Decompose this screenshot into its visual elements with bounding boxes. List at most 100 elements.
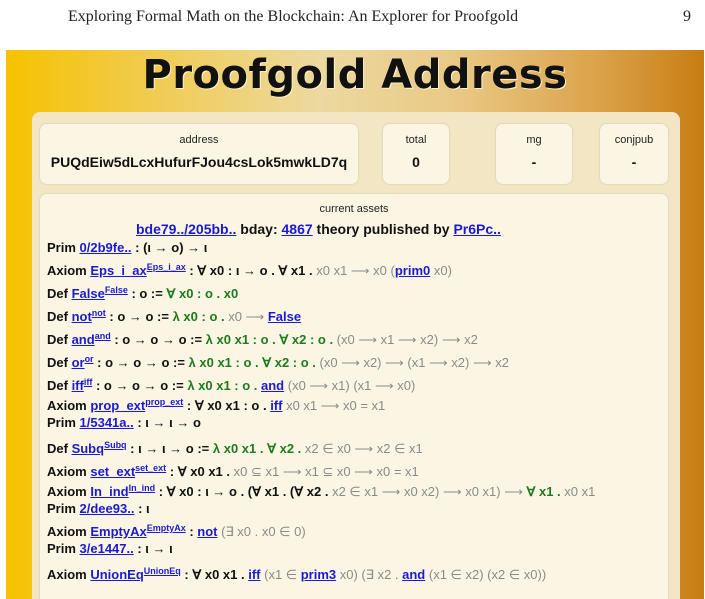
asset-kind: Axiom — [47, 263, 91, 278]
asset-kind: Def — [47, 355, 72, 370]
asset-line: Def andand : o → o → o := λ x0 x1 : o . … — [47, 325, 667, 348]
ref-link[interactable]: not — [197, 524, 217, 539]
asset-kind: Def — [47, 378, 72, 393]
ref-link[interactable]: and — [402, 567, 425, 582]
asset-line: Axiom prop_extprop_ext : ∀ x0 x1 : o . i… — [47, 394, 667, 413]
body: x2 ∈ x0 ⟶ x2 ∈ x1 — [304, 441, 423, 456]
asset-type: : o → o → o := — [93, 355, 189, 370]
address-label: address — [179, 134, 219, 146]
asset-name-link[interactable]: or — [72, 355, 85, 370]
ref-link[interactable]: iff — [270, 398, 282, 413]
asset-line: Def SubqSubq : ι → ι → o := λ x0 x1 . ∀ … — [47, 434, 667, 457]
body: (∃ x0 . x0 ∈ 0) — [217, 524, 306, 539]
current-assets-card: current assets bde79../205bb.. bday: 486… — [40, 194, 668, 599]
asset-label-link[interactable]: Subq — [104, 440, 127, 450]
theory-bday-line: bde79../205bb.. bday: 4867 theory publis… — [136, 221, 501, 237]
body: (x1 ∈ x2) (x2 ∈ x0)) — [425, 567, 547, 582]
asset-label-link[interactable]: EmptyAx — [147, 523, 186, 533]
asset-line: Prim 2/dee93.. : ι — [47, 497, 667, 520]
ref-link[interactable]: iff — [248, 567, 260, 582]
asset-name-link[interactable]: Subq — [72, 441, 105, 456]
asset-kind: Axiom — [47, 464, 91, 479]
ref-link[interactable]: prim0 — [395, 263, 430, 278]
asset-type: : ι — [134, 501, 150, 516]
asset-type: : ι → ι → o := — [126, 441, 213, 456]
asset-line: Def notnot : o → o := λ x0 : o . x0 ⟶ Fa… — [47, 302, 667, 325]
ref-link[interactable]: prim3 — [301, 567, 336, 582]
asset-line: Prim 1/5341a.. : ι → ι → o — [47, 411, 667, 434]
body: (x1 ∈ — [260, 567, 301, 582]
asset-kind: Def — [47, 309, 72, 324]
asset-line: Axiom EmptyAxEmptyAx : not (∃ x0 . x0 ∈ … — [47, 520, 667, 539]
body: (x0 ⟶ x1 ⟶ x2) ⟶ x2 — [336, 332, 478, 347]
binder: λ x0 x1 : o . ∀ x2 : o . — [188, 355, 320, 370]
publisher-link[interactable]: Pr6Pc.. — [453, 221, 500, 237]
asset-type: : o := — [127, 286, 167, 301]
body: (x0 ⟶ x1) (x1 ⟶ x0) — [284, 378, 416, 393]
asset-label-link[interactable]: UnionEq — [144, 566, 181, 576]
asset-name-link[interactable]: 2/dee93.. — [80, 501, 135, 516]
current-assets-header: current assets — [319, 203, 389, 215]
running-head: Exploring Formal Math on the Blockchain:… — [0, 8, 705, 32]
body: x0 ⊆ x1 ⟶ x1 ⊆ x0 ⟶ x0 = x1 — [230, 464, 419, 479]
asset-type: : ∀ x0 x1 . — [166, 464, 231, 479]
asset-label-link[interactable]: or — [85, 354, 94, 364]
asset-line: Axiom In_indIn_ind : ∀ x0 : ι → o . (∀ x… — [47, 480, 667, 499]
address-panel: address PUQdEiw5dLcxHufurFJou4csLok5mwkL… — [32, 112, 680, 599]
asset-name-link[interactable]: UnionEq — [90, 567, 143, 582]
total-value: 0 — [412, 154, 420, 170]
asset-name-link[interactable]: iff — [72, 378, 84, 393]
total-label: total — [405, 134, 427, 146]
address-value: PUQdEiw5dLcxHufurFJou4csLok5mwkLD7q — [50, 154, 348, 170]
asset-name-link[interactable]: set_ext — [90, 464, 135, 479]
asset-label-link[interactable]: prop_ext — [145, 397, 183, 407]
asset-label-link[interactable]: and — [95, 331, 111, 341]
binder: ∀ x1 . — [526, 484, 561, 499]
asset-name-link[interactable]: 3/e1447.. — [80, 541, 134, 556]
asset-kind: Def — [47, 441, 72, 456]
asset-kind: Prim — [47, 240, 80, 255]
proofgold-screenshot: Proofgold Address address PUQdEiw5dLcxHu… — [6, 50, 704, 599]
asset-label-link[interactable]: set_ext — [135, 463, 166, 473]
binder: λ x0 x1 . ∀ x2 . — [212, 441, 305, 456]
asset-kind: Axiom — [47, 567, 91, 582]
asset-lines: Prim 0/2b9fe.. : (ι → o) → ι Axiom Eps_i_… — [47, 239, 667, 583]
asset-line: Axiom set_extset_ext : ∀ x0 x1 . x0 ⊆ x1… — [47, 457, 667, 480]
binder: ∀ x0 : o . x0 — [166, 286, 239, 301]
bday-label: bday: — [240, 221, 278, 237]
asset-label-link[interactable]: Eps_i_ax — [147, 262, 186, 272]
body: x0) (∃ x2 . — [336, 567, 403, 582]
asset-label-link[interactable]: not — [92, 308, 106, 318]
asset-type: : ∀ x0 : ι → o . ∀ x1 . — [185, 263, 313, 278]
asset-type: : o → o → o := — [110, 332, 206, 347]
body: x2 ∈ x1 ⟶ x0 x2) ⟶ x0 x1) ⟶ — [328, 484, 527, 499]
asset-type: : ι → ι — [133, 541, 173, 556]
asset-name-link[interactable]: 0/2b9fe.. — [80, 240, 132, 255]
asset-type: : o → o := — [105, 309, 173, 324]
asset-name-link[interactable]: False — [72, 286, 105, 301]
asset-name-link[interactable]: Eps_i_ax — [90, 263, 146, 278]
bday-link[interactable]: 4867 — [282, 221, 313, 237]
asset-name-link[interactable]: and — [72, 332, 95, 347]
mg-card: mg - — [496, 124, 572, 184]
ref-link[interactable]: False — [268, 309, 301, 324]
binder: λ x0 x1 : o . ∀ x2 : o . — [205, 332, 337, 347]
asset-link[interactable]: bde79../205bb.. — [136, 221, 236, 237]
ref-link[interactable]: and — [261, 378, 284, 393]
asset-kind: Def — [47, 332, 72, 347]
asset-label-link[interactable]: In_ind — [129, 483, 156, 493]
binder: λ x0 : o . — [172, 309, 229, 324]
conjpub-value: - — [631, 154, 637, 170]
asset-type: : (ι → o) → ι — [131, 240, 208, 255]
mg-label: mg — [526, 134, 542, 146]
conjpub-label: conjpub — [614, 134, 654, 146]
asset-label-link[interactable]: False — [105, 285, 128, 295]
address-card: address PUQdEiw5dLcxHufurFJou4csLok5mwkL… — [40, 124, 358, 184]
asset-type: : — [185, 524, 198, 539]
conjpub-card: conjpub - — [600, 124, 668, 184]
asset-name-link[interactable]: 1/5341a.. — [80, 415, 134, 430]
asset-name-link[interactable]: not — [72, 309, 92, 324]
asset-kind: Prim — [47, 415, 80, 430]
asset-line: Prim 0/2b9fe.. : (ι → o) → ι — [47, 239, 667, 256]
page-number: 9 — [683, 8, 691, 25]
